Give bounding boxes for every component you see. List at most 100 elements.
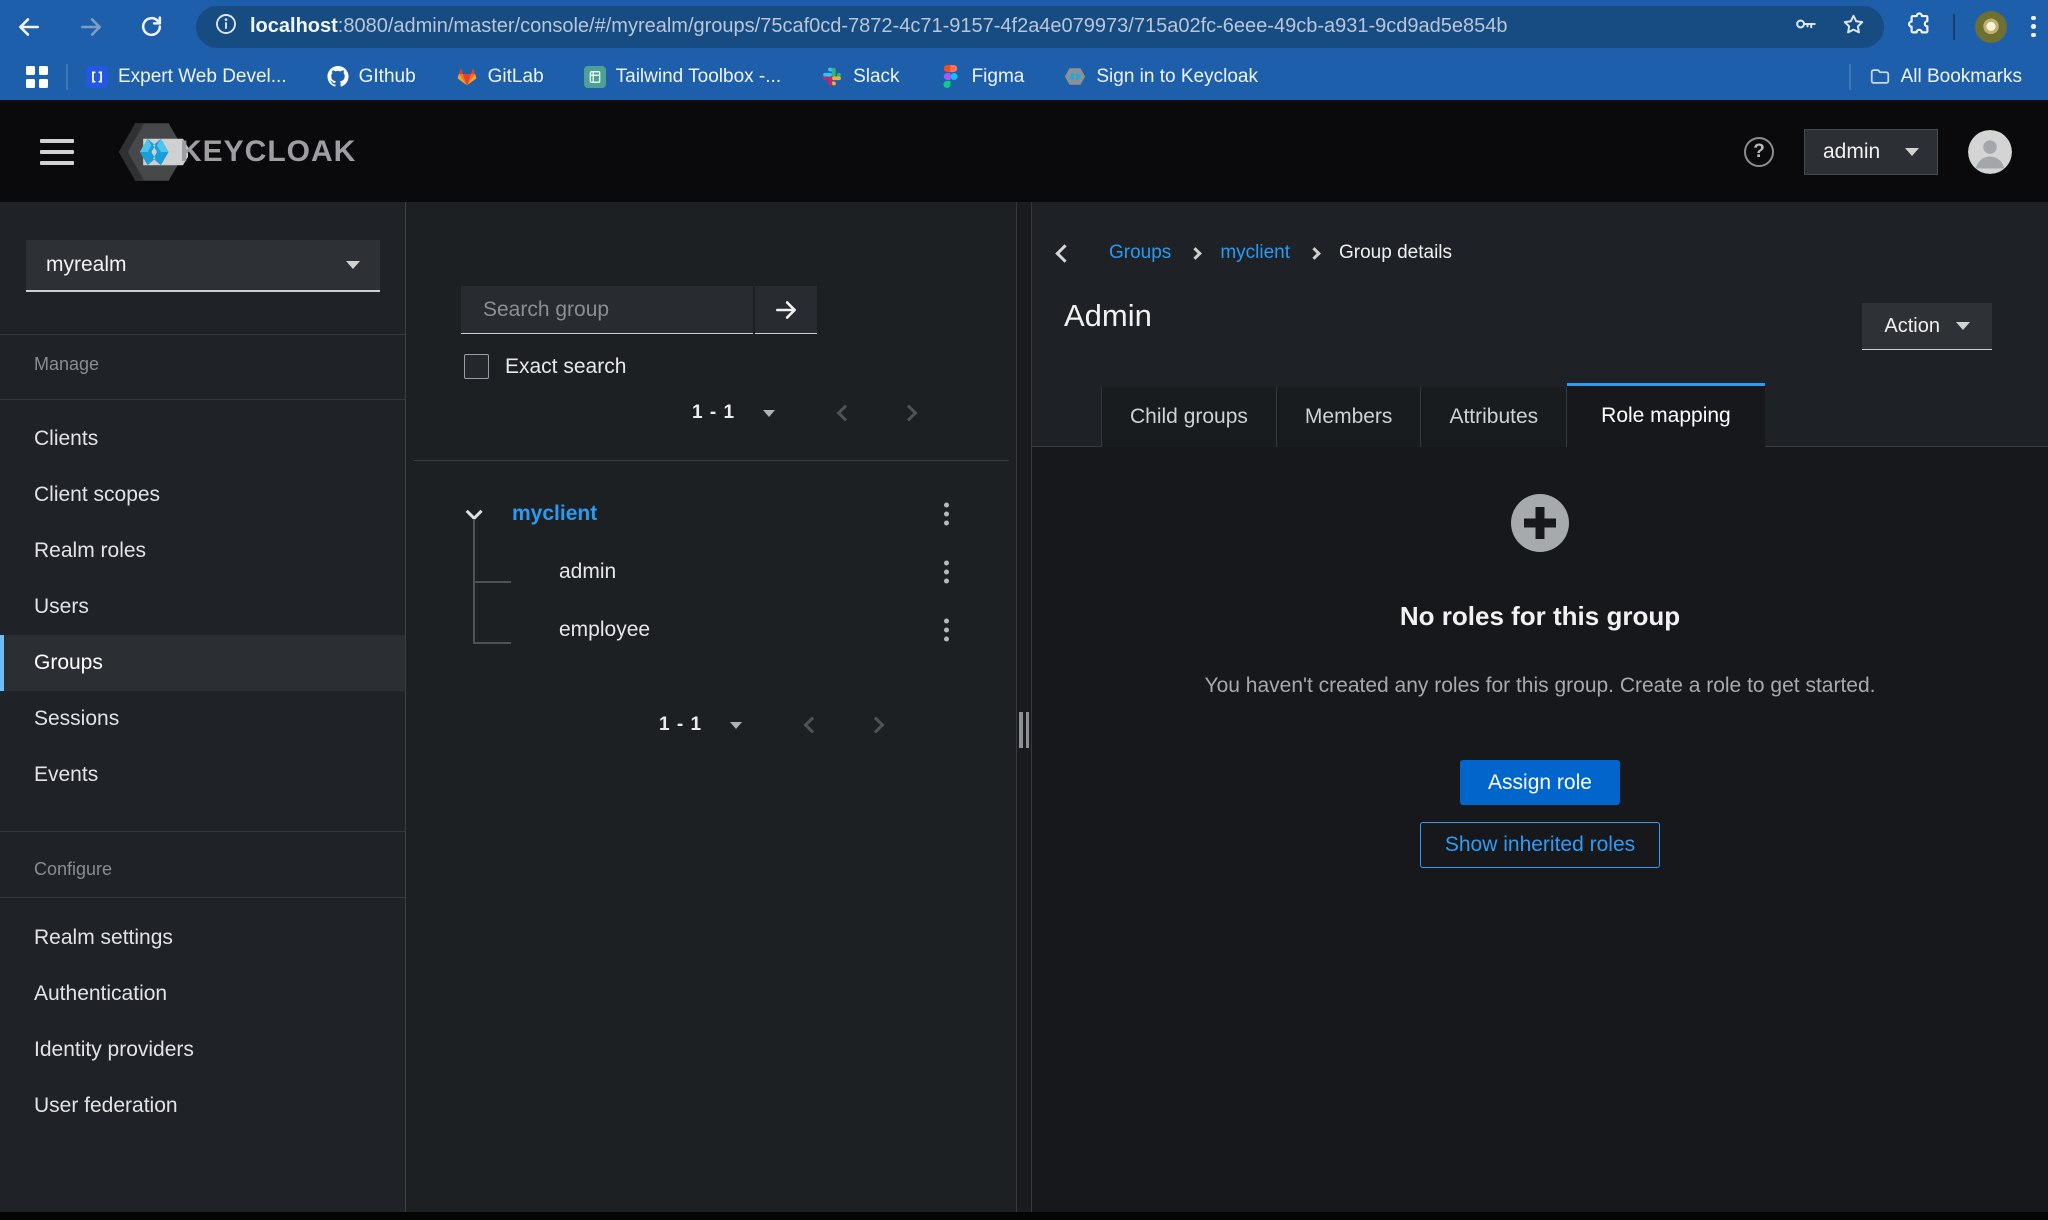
page-title: Admin <box>1064 298 1152 334</box>
sidebar-item-groups[interactable]: Groups <box>0 635 405 691</box>
group-item-admin[interactable]: admin <box>559 560 616 584</box>
url-path: :8080/admin/master/console/#/myrealm/gro… <box>338 15 1508 37</box>
chevron-left-icon[interactable] <box>804 717 821 734</box>
divider <box>0 897 405 898</box>
action-label: Action <box>1884 315 1940 338</box>
github-icon <box>327 66 349 88</box>
hamburger-menu-icon[interactable] <box>34 133 80 171</box>
password-key-icon[interactable] <box>1793 11 1819 42</box>
bookmarks-bar: Expert Web Devel... GIthub GitLab Tailwi… <box>0 53 2048 102</box>
url-host: localhost <box>250 15 338 37</box>
tree-row-myclient[interactable]: myclient <box>406 485 1017 543</box>
all-bookmarks-button[interactable]: All Bookmarks <box>1869 66 2022 88</box>
group-link-myclient[interactable]: myclient <box>512 502 597 526</box>
sidebar-item-client-scopes[interactable]: Client scopes <box>0 467 405 523</box>
sidebar-item-users[interactable]: Users <box>0 579 405 635</box>
keycloak-logo[interactable]: KEYCLOAK <box>116 121 356 183</box>
site-info-icon[interactable] <box>214 12 238 41</box>
pagination-top: 1 - 1 <box>692 402 915 424</box>
sidebar-item-clients[interactable]: Clients <box>0 411 405 467</box>
user-name: admin <box>1823 140 1880 164</box>
caret-down-icon <box>1956 322 1970 330</box>
bookmark-figma[interactable]: Figma <box>940 66 1025 88</box>
bookmark-github[interactable]: GIthub <box>327 66 416 88</box>
assign-role-button[interactable]: Assign role <box>1460 760 1620 805</box>
browser-toolbar: localhost:8080/admin/master/console/#/my… <box>0 0 2048 53</box>
back-icon[interactable] <box>12 10 46 44</box>
bookmark-gitlab[interactable]: GitLab <box>456 66 544 88</box>
extensions-icon[interactable] <box>1906 11 1933 43</box>
brand-text: KEYCLOAK <box>180 135 356 169</box>
realm-selector[interactable]: myrealm <box>26 240 380 292</box>
show-inherited-roles-button[interactable]: Show inherited roles <box>1420 822 1660 868</box>
arrow-right-icon <box>773 297 799 323</box>
sidebar-item-sessions[interactable]: Sessions <box>0 691 405 747</box>
tab-members[interactable]: Members <box>1277 387 1422 447</box>
expert-web-icon <box>86 66 108 88</box>
help-icon[interactable]: ? <box>1744 137 1774 167</box>
keycloak-logo-icon <box>116 121 188 183</box>
user-avatar[interactable] <box>1968 130 2012 174</box>
breadcrumb-separator-icon <box>1189 247 1202 260</box>
sidebar: myrealm Manage Clients Client scopes Rea… <box>0 202 405 1212</box>
sidebar-item-realm-settings[interactable]: Realm settings <box>0 910 405 966</box>
breadcrumb-link-groups[interactable]: Groups <box>1109 242 1171 264</box>
exact-search-checkbox[interactable] <box>464 354 489 379</box>
tree-row-admin[interactable]: admin <box>406 543 1017 601</box>
sidebar-item-user-federation[interactable]: User federation <box>0 1078 405 1134</box>
pagination-caret-icon[interactable] <box>730 722 742 729</box>
chevron-left-icon[interactable] <box>837 405 854 422</box>
folder-icon <box>1869 66 1891 88</box>
browser-menu-icon[interactable] <box>2027 12 2040 42</box>
tab-role-mapping[interactable]: Role mapping <box>1567 383 1765 447</box>
group-search-box <box>461 286 753 334</box>
chevron-right-icon[interactable] <box>901 405 918 422</box>
groups-panel: Exact search 1 - 1 myclient admin <box>405 202 1016 1212</box>
sidebar-item-authentication[interactable]: Authentication <box>0 966 405 1022</box>
toolbar-separator <box>1953 14 1955 40</box>
chevron-down-icon[interactable] <box>466 503 483 520</box>
detail-header: Groups myclient Group details Admin Acti… <box>1032 202 2048 447</box>
action-dropdown-button[interactable]: Action <box>1862 303 1992 350</box>
reload-icon[interactable] <box>134 10 168 44</box>
breadcrumb-current: Group details <box>1339 242 1452 264</box>
bookmarks-separator <box>66 64 68 90</box>
address-bar[interactable]: localhost:8080/admin/master/console/#/my… <box>196 6 1884 48</box>
keycloak-favicon <box>1064 66 1086 88</box>
search-submit-button[interactable] <box>755 286 817 334</box>
sidebar-item-realm-roles[interactable]: Realm roles <box>0 523 405 579</box>
breadcrumb-back-icon[interactable] <box>1055 244 1073 262</box>
bookmark-slack[interactable]: Slack <box>821 66 899 88</box>
breadcrumb-link-myclient[interactable]: myclient <box>1220 242 1290 264</box>
breadcrumb-separator-icon <box>1308 247 1321 260</box>
group-detail-panel: Groups myclient Group details Admin Acti… <box>1032 202 2048 1212</box>
divider <box>0 334 405 335</box>
bookmark-tailwind[interactable]: Tailwind Toolbox -... <box>584 66 781 88</box>
bookmark-keycloak[interactable]: Sign in to Keycloak <box>1064 66 1258 88</box>
group-item-employee[interactable]: employee <box>559 618 650 642</box>
splitter-handle-icon <box>1019 712 1029 748</box>
bookmark-star-icon[interactable] <box>1841 12 1866 42</box>
forward-icon[interactable] <box>74 10 108 44</box>
sidebar-item-events[interactable]: Events <box>0 747 405 803</box>
kebab-menu-icon[interactable] <box>938 497 955 532</box>
user-dropdown[interactable]: admin <box>1804 129 1938 175</box>
pagination-caret-icon[interactable] <box>763 410 775 417</box>
exact-search-label[interactable]: Exact search <box>505 355 626 379</box>
tab-attributes[interactable]: Attributes <box>1421 387 1567 447</box>
tree-row-employee[interactable]: employee <box>406 601 1017 659</box>
empty-state-description: You haven't created any roles for this g… <box>1205 674 1876 698</box>
apps-grid-icon[interactable] <box>26 66 48 88</box>
kebab-menu-icon[interactable] <box>938 613 955 648</box>
tailwind-icon <box>584 66 606 88</box>
profile-avatar[interactable] <box>1975 11 2007 43</box>
search-group-input[interactable] <box>483 298 754 322</box>
sidebar-item-identity-providers[interactable]: Identity providers <box>0 1022 405 1078</box>
bookmark-expert-web[interactable]: Expert Web Devel... <box>86 66 287 88</box>
keycloak-masthead: KEYCLOAK ? admin <box>0 102 2048 202</box>
kebab-menu-icon[interactable] <box>938 555 955 590</box>
chevron-right-icon[interactable] <box>868 717 885 734</box>
window-bottom-edge <box>0 1212 2048 1220</box>
tab-child-groups[interactable]: Child groups <box>1101 387 1277 447</box>
panel-splitter[interactable] <box>1016 202 1032 1212</box>
